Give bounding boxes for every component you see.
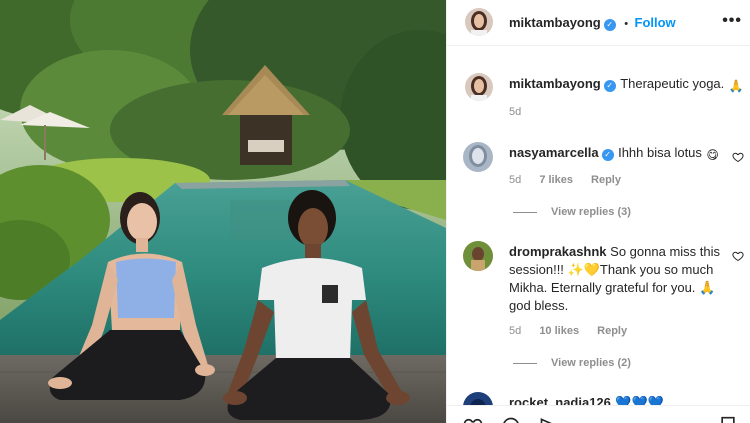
header-user: miktambayong ✓ • Follow [509, 14, 676, 32]
verified-icon: ✓ [603, 19, 616, 31]
comment-text-line: So gonna miss this [610, 244, 721, 259]
reply-button[interactable]: Reply [597, 325, 627, 337]
caption-emoji: 🙏 [728, 79, 744, 93]
comment-username[interactable]: nasyamarcella [509, 145, 599, 160]
comment-meta: 5d 7 likes Reply [509, 174, 636, 186]
header-divider [447, 45, 750, 46]
caption-username[interactable]: miktambayong [509, 76, 601, 91]
verified-icon: ✓ [603, 80, 616, 92]
comment-text: Ihhh bisa lotus [618, 145, 702, 160]
heart-icon[interactable] [732, 151, 744, 163]
view-replies-label: View replies (3) [551, 206, 631, 218]
comment-avatar[interactable] [463, 142, 493, 172]
comment-emoji: 😋 [706, 148, 719, 162]
comment-text-line: Mikha. Eternally grateful for you. 🙏 [509, 280, 716, 295]
replies-line [513, 362, 537, 364]
header-separator: • [624, 18, 629, 30]
comment-icon[interactable] [501, 416, 521, 423]
comment-likes[interactable]: 7 likes [539, 174, 573, 186]
view-replies-button[interactable]: View replies (3) [513, 206, 631, 218]
comment-time[interactable]: 5d [509, 325, 521, 337]
caption-time[interactable]: 5d [509, 106, 521, 118]
view-replies-button[interactable]: View replies (2) [513, 357, 631, 369]
caption: miktambayong ✓ Therapeutic yoga. 🙏 [509, 75, 744, 93]
caption-text: Therapeutic yoga. [620, 76, 725, 91]
heart-icon[interactable] [732, 250, 744, 262]
caption-avatar[interactable] [465, 73, 493, 101]
action-bar [447, 406, 750, 423]
post-side-panel: miktambayong ✓ • Follow ••• miktambayong ✓… [446, 0, 750, 423]
share-icon[interactable] [539, 416, 559, 423]
reply-button[interactable]: Reply [591, 174, 621, 186]
comment-likes[interactable]: 10 likes [539, 325, 579, 337]
post-photo [0, 0, 446, 423]
comment-text-line: god bless. [509, 298, 569, 313]
comment: dromprakashnk So gonna miss this session… [509, 243, 724, 315]
caption-meta: 5d [509, 106, 536, 118]
comment-meta: 5d 10 likes Reply [509, 325, 642, 337]
replies-line [513, 211, 537, 213]
view-replies-label: View replies (2) [551, 357, 631, 369]
avatar[interactable] [465, 8, 493, 36]
save-icon[interactable] [719, 416, 737, 423]
comment-avatar[interactable] [463, 241, 493, 271]
verified-icon: ✓ [601, 149, 614, 161]
follow-button[interactable]: Follow [635, 15, 676, 30]
comment: nasyamarcella ✓ Ihhh bisa lotus 😋 [509, 144, 729, 162]
comment-username[interactable]: dromprakashnk [509, 244, 607, 259]
more-options-icon[interactable]: ••• [722, 12, 742, 30]
like-icon[interactable] [463, 416, 483, 423]
header-username[interactable]: miktambayong [509, 15, 601, 30]
comment-time[interactable]: 5d [509, 174, 521, 186]
comment-text-line: session!!! ✨💛Thank you so much [509, 262, 714, 277]
